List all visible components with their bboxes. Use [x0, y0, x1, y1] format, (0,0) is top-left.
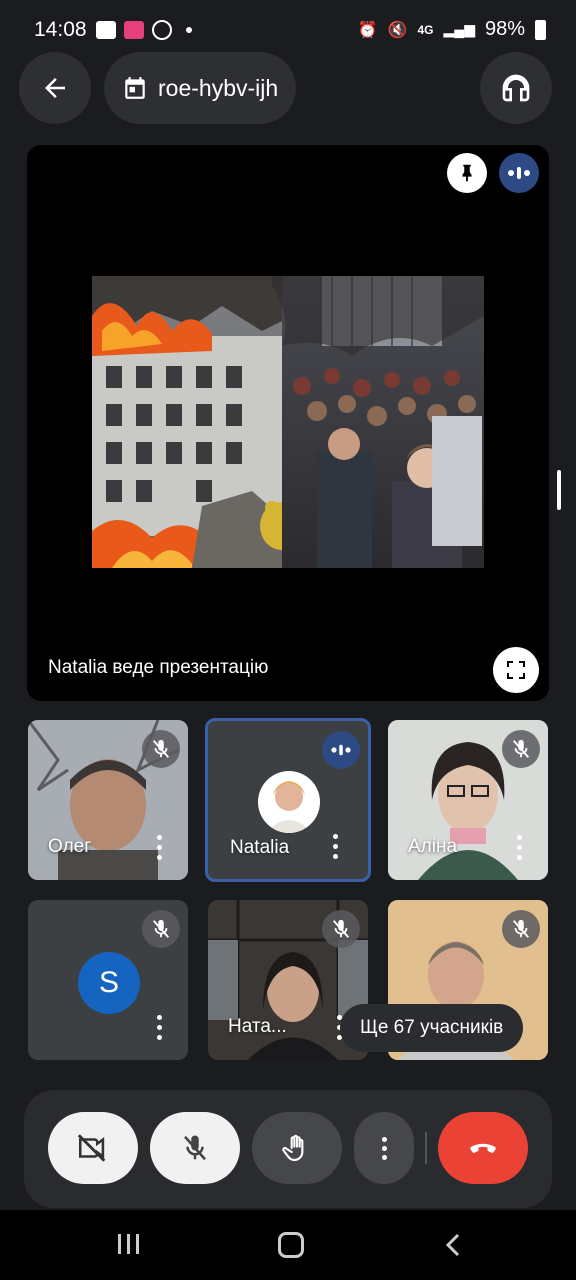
- fullscreen-button[interactable]: [493, 647, 539, 693]
- avatar: [258, 771, 320, 833]
- mic-off-indicator: [502, 730, 540, 768]
- end-call-icon: [470, 1143, 496, 1153]
- mic-off-indicator: [142, 910, 180, 948]
- mute-icon: 🔇: [387, 21, 408, 39]
- participant-name: Олег: [48, 836, 92, 857]
- participant-tile[interactable]: Олег: [28, 720, 188, 880]
- viber-icon: [152, 20, 172, 40]
- participant-tile-active[interactable]: Natalia: [205, 718, 371, 882]
- battery-icon: [535, 19, 546, 40]
- call-controls: [24, 1090, 552, 1208]
- audio-output-button[interactable]: [480, 52, 552, 124]
- notification-icons: [96, 20, 192, 40]
- speaking-icon: [331, 744, 351, 756]
- presentation-stage[interactable]: Natalia веде презентацію: [27, 145, 549, 701]
- meeting-code: roe-hybv-ijh: [158, 74, 279, 101]
- shared-screen-image: [92, 276, 484, 568]
- mic-off-icon: [152, 739, 170, 758]
- mic-off-icon: [512, 739, 530, 758]
- alarm-icon: ⏰: [357, 21, 378, 39]
- mic-off-indicator: [322, 910, 360, 948]
- mic-off-icon: [152, 919, 170, 938]
- status-time: 14:08: [34, 18, 87, 41]
- back-chevron-icon: [445, 1233, 460, 1257]
- more-vert-icon: [381, 1136, 387, 1160]
- participant-tile[interactable]: S: [28, 900, 188, 1060]
- network-label: 4G: [417, 22, 434, 37]
- back-arrow-icon: [45, 78, 65, 98]
- raise-hand-icon: [282, 1134, 304, 1162]
- more-participants-button[interactable]: Ще 67 учасників: [340, 1004, 524, 1052]
- calendar-icon: [125, 77, 145, 99]
- scroll-thumb[interactable]: [557, 470, 561, 510]
- recents-button[interactable]: [118, 1234, 139, 1254]
- divider: [425, 1132, 427, 1164]
- video-off-icon: [77, 1134, 106, 1162]
- battery-label: 98%: [484, 18, 525, 40]
- mic-off-icon: [332, 919, 350, 938]
- participant-name: Аліна: [408, 836, 458, 857]
- more-options-button[interactable]: [354, 1112, 414, 1184]
- more-vert-icon[interactable]: [156, 835, 162, 860]
- speaking-indicator: [499, 153, 539, 193]
- fullscreen-icon: [507, 661, 525, 679]
- participant-tile[interactable]: Аліна: [388, 720, 548, 880]
- headphones-icon: [502, 74, 530, 102]
- dot-icon: [186, 27, 192, 33]
- raise-hand-button[interactable]: [252, 1112, 342, 1184]
- participant-name: Natalia: [230, 837, 290, 858]
- mic-off-icon: [512, 919, 530, 938]
- end-call-button[interactable]: [438, 1112, 528, 1184]
- more-vert-icon[interactable]: [516, 835, 522, 860]
- app-notification-icon: [124, 21, 144, 39]
- gallery-icon: [96, 21, 116, 39]
- avatar-initial: S: [78, 952, 140, 1014]
- more-vert-icon[interactable]: [156, 1015, 162, 1040]
- participant-name: Ната...: [228, 1016, 287, 1037]
- pin-icon: [462, 164, 472, 182]
- back-nav-button[interactable]: [444, 1232, 462, 1263]
- speaking-icon: [508, 167, 530, 179]
- meeting-info-button[interactable]: roe-hybv-ijh: [104, 52, 297, 124]
- mic-off-indicator: [142, 730, 180, 768]
- pin-button[interactable]: [447, 153, 487, 193]
- mic-toggle-button[interactable]: [150, 1112, 240, 1184]
- signal-icon: ▂▄▆: [443, 21, 475, 37]
- status-right: ⏰ 🔇 4G ▂▄▆ 98%: [358, 18, 546, 41]
- back-button[interactable]: [19, 52, 91, 124]
- speaking-indicator: [322, 731, 360, 769]
- camera-toggle-button[interactable]: [48, 1112, 138, 1184]
- presenting-caption: Natalia веде презентацію: [48, 657, 269, 678]
- system-nav-bar: [0, 1210, 576, 1280]
- mic-off-indicator: [502, 910, 540, 948]
- mic-off-icon: [184, 1135, 206, 1161]
- home-button[interactable]: [278, 1232, 304, 1258]
- more-vert-icon[interactable]: [332, 834, 338, 859]
